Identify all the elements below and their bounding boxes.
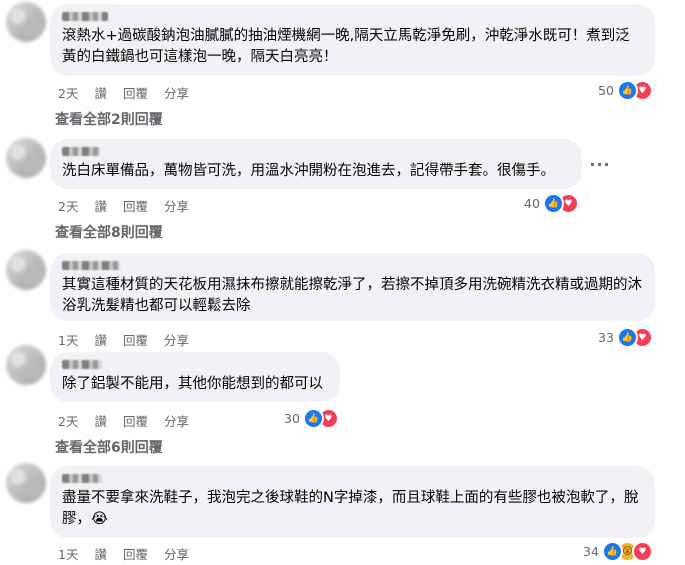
comment-time[interactable]: 2天 (58, 196, 78, 215)
blurred-author-name[interactable] (62, 12, 108, 21)
comment-text: 洗白床單備品，萬物皆可洗，用溫水沖開粉在泡進去，記得帶手套。很傷手。 (62, 163, 555, 179)
comment-time[interactable]: 2天 (58, 83, 78, 102)
comment-bubble: 洗白床單備品，萬物皆可洗，用溫水沖開粉在泡進去，記得帶手套。很傷手。 (50, 139, 582, 189)
blurred-author-name[interactable] (62, 474, 102, 483)
blurred-author-name[interactable] (62, 360, 102, 369)
reaction-summary[interactable]: 40 👍 ♥ (524, 193, 579, 214)
avatar[interactable] (6, 138, 46, 178)
like-icon: 👍 (616, 80, 638, 101)
reply-button[interactable]: 回覆 (123, 330, 148, 349)
like-icon: 👍 (542, 193, 564, 214)
reaction-count: 34 (583, 544, 599, 559)
reply-button[interactable]: 回覆 (123, 544, 148, 563)
comment-time[interactable]: 1天 (58, 544, 78, 563)
love-icon: ♥ (631, 541, 653, 562)
comment-text: 其實這種材質的天花板用濕抹布擦就能擦乾淨了，若擦不掉頂多用洗碗精洗衣精或過期的沐… (62, 277, 642, 314)
comment-time[interactable]: 1天 (58, 330, 78, 349)
comment-actions: 2天 讚 回覆 分享 (58, 411, 189, 430)
reply-button[interactable]: 回覆 (123, 196, 148, 215)
view-replies-link[interactable]: 查看全部2則回覆 (55, 109, 163, 129)
share-button[interactable]: 分享 (164, 83, 189, 102)
comment-actions: 2天 讚 回覆 分享 (58, 83, 189, 102)
reaction-count: 33 (598, 330, 614, 345)
comment-bubble: 盡量不要拿來洗鞋子，我泡完之後球鞋的N字掉漆，而且球鞋上面的有些膠也被泡軟了，脫… (50, 466, 655, 538)
view-replies-link[interactable]: 查看全部6則回覆 (55, 437, 163, 457)
like-icon: 👍 (302, 408, 324, 429)
comment-actions: 1天 讚 回覆 分享 (58, 330, 189, 349)
share-button[interactable]: 分享 (164, 330, 189, 349)
comment-text: 滾熱水+過碳酸鈉泡油膩膩的抽油煙機網一晚,隔天立馬乾淨免刷，沖乾淨水既可！煮到泛… (62, 28, 630, 65)
reaction-count: 50 (598, 83, 614, 98)
reply-button[interactable]: 回覆 (123, 411, 148, 430)
avatar[interactable] (6, 463, 46, 503)
share-button[interactable]: 分享 (164, 544, 189, 563)
avatar[interactable] (6, 345, 46, 385)
reaction-summary[interactable]: 34 👍 😮 ♥ (583, 541, 653, 562)
like-button[interactable]: 讚 (94, 330, 107, 349)
blurred-author-name[interactable] (62, 261, 120, 270)
reaction-count: 30 (284, 411, 300, 426)
like-button[interactable]: 讚 (94, 83, 107, 102)
more-options-icon[interactable]: ··· (586, 150, 614, 178)
comment-text: 盡量不要拿來洗鞋子，我泡完之後球鞋的N字掉漆，而且球鞋上面的有些膠也被泡軟了，脫… (62, 490, 639, 527)
view-replies-link[interactable]: 查看全部8則回覆 (55, 222, 163, 242)
avatar[interactable] (6, 2, 46, 42)
comment-bubble: 除了鋁製不能用，其他你能想到的都可以 (50, 352, 340, 402)
comment-actions: 1天 讚 回覆 分享 (58, 544, 189, 563)
like-icon: 👍 (616, 327, 638, 348)
comment-time[interactable]: 2天 (58, 411, 78, 430)
like-button[interactable]: 讚 (94, 544, 107, 563)
share-button[interactable]: 分享 (164, 411, 189, 430)
comment-actions: 2天 讚 回覆 分享 (58, 196, 189, 215)
comment-text: 除了鋁製不能用，其他你能想到的都可以 (62, 376, 323, 392)
like-button[interactable]: 讚 (94, 196, 107, 215)
share-button[interactable]: 分享 (164, 196, 189, 215)
comment-bubble: 其實這種材質的天花板用濕抹布擦就能擦乾淨了，若擦不掉頂多用洗碗精洗衣精或過期的沐… (50, 253, 655, 321)
reply-button[interactable]: 回覆 (123, 83, 148, 102)
like-button[interactable]: 讚 (94, 411, 107, 430)
reaction-summary[interactable]: 33 👍 ♥ (598, 327, 653, 348)
reaction-summary[interactable]: 50 👍 ♥ (598, 80, 653, 101)
reaction-count: 40 (524, 196, 540, 211)
like-icon: 👍 (601, 541, 623, 562)
comment-bubble: 滾熱水+過碳酸鈉泡油膩膩的抽油煙機網一晚,隔天立馬乾淨免刷，沖乾淨水既可！煮到泛… (50, 4, 655, 76)
avatar[interactable] (6, 250, 46, 290)
blurred-author-name[interactable] (62, 147, 100, 156)
reaction-summary[interactable]: 30 👍 ♥ (284, 408, 339, 429)
